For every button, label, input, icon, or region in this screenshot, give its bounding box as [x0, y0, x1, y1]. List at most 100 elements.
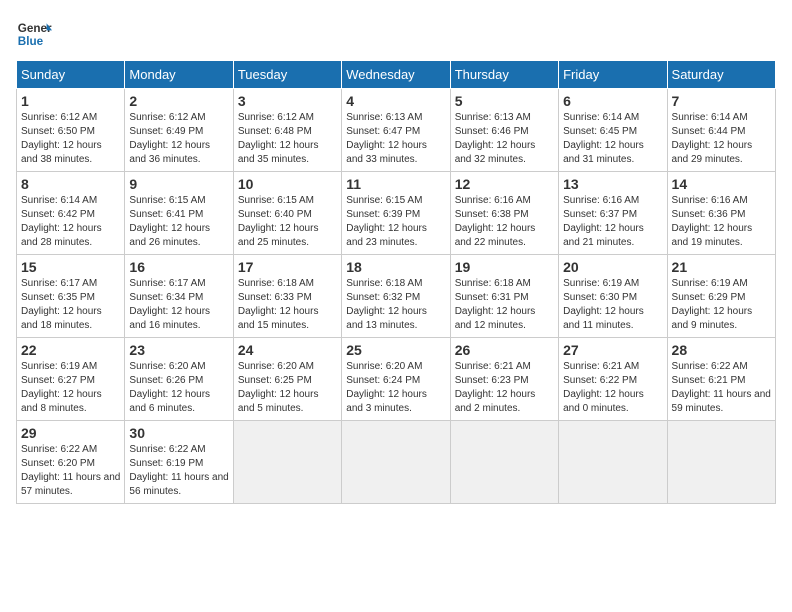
- day-info: Sunrise: 6:13 AMSunset: 6:46 PMDaylight:…: [455, 111, 554, 167]
- calendar-day-cell: [559, 421, 667, 504]
- day-number: 29: [21, 425, 120, 441]
- day-info: Sunrise: 6:13 AMSunset: 6:47 PMDaylight:…: [346, 111, 445, 167]
- calendar-week-row: 15 Sunrise: 6:17 AMSunset: 6:35 PMDaylig…: [17, 255, 776, 338]
- day-number: 23: [129, 342, 228, 358]
- calendar-day-cell: 1 Sunrise: 6:12 AMSunset: 6:50 PMDayligh…: [17, 89, 125, 172]
- day-info: Sunrise: 6:22 AMSunset: 6:21 PMDaylight:…: [672, 360, 771, 416]
- calendar-day-cell: 13 Sunrise: 6:16 AMSunset: 6:37 PMDaylig…: [559, 172, 667, 255]
- calendar-day-cell: 24 Sunrise: 6:20 AMSunset: 6:25 PMDaylig…: [233, 338, 341, 421]
- day-number: 15: [21, 259, 120, 275]
- calendar-body: 1 Sunrise: 6:12 AMSunset: 6:50 PMDayligh…: [17, 89, 776, 504]
- calendar-day-cell: [233, 421, 341, 504]
- calendar-day-cell: 16 Sunrise: 6:17 AMSunset: 6:34 PMDaylig…: [125, 255, 233, 338]
- day-number: 7: [672, 93, 771, 109]
- weekday-header-row: SundayMondayTuesdayWednesdayThursdayFrid…: [17, 61, 776, 89]
- day-info: Sunrise: 6:17 AMSunset: 6:35 PMDaylight:…: [21, 277, 120, 333]
- day-info: Sunrise: 6:14 AMSunset: 6:45 PMDaylight:…: [563, 111, 662, 167]
- svg-text:Blue: Blue: [18, 35, 44, 48]
- day-info: Sunrise: 6:16 AMSunset: 6:36 PMDaylight:…: [672, 194, 771, 250]
- weekday-header: Saturday: [667, 61, 775, 89]
- day-number: 12: [455, 176, 554, 192]
- day-info: Sunrise: 6:21 AMSunset: 6:23 PMDaylight:…: [455, 360, 554, 416]
- day-info: Sunrise: 6:15 AMSunset: 6:39 PMDaylight:…: [346, 194, 445, 250]
- day-number: 11: [346, 176, 445, 192]
- calendar-day-cell: 2 Sunrise: 6:12 AMSunset: 6:49 PMDayligh…: [125, 89, 233, 172]
- day-info: Sunrise: 6:14 AMSunset: 6:42 PMDaylight:…: [21, 194, 120, 250]
- day-info: Sunrise: 6:20 AMSunset: 6:25 PMDaylight:…: [238, 360, 337, 416]
- calendar-day-cell: 30 Sunrise: 6:22 AMSunset: 6:19 PMDaylig…: [125, 421, 233, 504]
- day-info: Sunrise: 6:15 AMSunset: 6:40 PMDaylight:…: [238, 194, 337, 250]
- day-info: Sunrise: 6:20 AMSunset: 6:24 PMDaylight:…: [346, 360, 445, 416]
- day-info: Sunrise: 6:15 AMSunset: 6:41 PMDaylight:…: [129, 194, 228, 250]
- day-number: 13: [563, 176, 662, 192]
- weekday-header: Wednesday: [342, 61, 450, 89]
- calendar-day-cell: 8 Sunrise: 6:14 AMSunset: 6:42 PMDayligh…: [17, 172, 125, 255]
- calendar-day-cell: 4 Sunrise: 6:13 AMSunset: 6:47 PMDayligh…: [342, 89, 450, 172]
- calendar-day-cell: 11 Sunrise: 6:15 AMSunset: 6:39 PMDaylig…: [342, 172, 450, 255]
- day-info: Sunrise: 6:12 AMSunset: 6:48 PMDaylight:…: [238, 111, 337, 167]
- calendar-day-cell: 22 Sunrise: 6:19 AMSunset: 6:27 PMDaylig…: [17, 338, 125, 421]
- calendar-day-cell: 23 Sunrise: 6:20 AMSunset: 6:26 PMDaylig…: [125, 338, 233, 421]
- calendar-day-cell: 29 Sunrise: 6:22 AMSunset: 6:20 PMDaylig…: [17, 421, 125, 504]
- day-number: 22: [21, 342, 120, 358]
- day-number: 19: [455, 259, 554, 275]
- calendar-day-cell: 25 Sunrise: 6:20 AMSunset: 6:24 PMDaylig…: [342, 338, 450, 421]
- day-info: Sunrise: 6:18 AMSunset: 6:31 PMDaylight:…: [455, 277, 554, 333]
- day-info: Sunrise: 6:12 AMSunset: 6:50 PMDaylight:…: [21, 111, 120, 167]
- day-number: 21: [672, 259, 771, 275]
- day-number: 24: [238, 342, 337, 358]
- calendar-table: SundayMondayTuesdayWednesdayThursdayFrid…: [16, 60, 776, 504]
- calendar-day-cell: [450, 421, 558, 504]
- day-info: Sunrise: 6:18 AMSunset: 6:32 PMDaylight:…: [346, 277, 445, 333]
- weekday-header: Sunday: [17, 61, 125, 89]
- calendar-week-row: 1 Sunrise: 6:12 AMSunset: 6:50 PMDayligh…: [17, 89, 776, 172]
- day-info: Sunrise: 6:16 AMSunset: 6:37 PMDaylight:…: [563, 194, 662, 250]
- weekday-header: Tuesday: [233, 61, 341, 89]
- calendar-week-row: 29 Sunrise: 6:22 AMSunset: 6:20 PMDaylig…: [17, 421, 776, 504]
- weekday-header: Friday: [559, 61, 667, 89]
- calendar-day-cell: 28 Sunrise: 6:22 AMSunset: 6:21 PMDaylig…: [667, 338, 775, 421]
- calendar-day-cell: 18 Sunrise: 6:18 AMSunset: 6:32 PMDaylig…: [342, 255, 450, 338]
- day-number: 26: [455, 342, 554, 358]
- day-number: 17: [238, 259, 337, 275]
- day-number: 3: [238, 93, 337, 109]
- calendar-day-cell: 21 Sunrise: 6:19 AMSunset: 6:29 PMDaylig…: [667, 255, 775, 338]
- calendar-day-cell: [342, 421, 450, 504]
- calendar-day-cell: 15 Sunrise: 6:17 AMSunset: 6:35 PMDaylig…: [17, 255, 125, 338]
- day-info: Sunrise: 6:19 AMSunset: 6:29 PMDaylight:…: [672, 277, 771, 333]
- calendar-day-cell: 7 Sunrise: 6:14 AMSunset: 6:44 PMDayligh…: [667, 89, 775, 172]
- day-number: 8: [21, 176, 120, 192]
- day-number: 9: [129, 176, 228, 192]
- calendar-day-cell: [667, 421, 775, 504]
- calendar-day-cell: 27 Sunrise: 6:21 AMSunset: 6:22 PMDaylig…: [559, 338, 667, 421]
- calendar-day-cell: 14 Sunrise: 6:16 AMSunset: 6:36 PMDaylig…: [667, 172, 775, 255]
- calendar-day-cell: 6 Sunrise: 6:14 AMSunset: 6:45 PMDayligh…: [559, 89, 667, 172]
- day-info: Sunrise: 6:21 AMSunset: 6:22 PMDaylight:…: [563, 360, 662, 416]
- day-info: Sunrise: 6:14 AMSunset: 6:44 PMDaylight:…: [672, 111, 771, 167]
- day-info: Sunrise: 6:22 AMSunset: 6:19 PMDaylight:…: [129, 443, 228, 499]
- day-info: Sunrise: 6:16 AMSunset: 6:38 PMDaylight:…: [455, 194, 554, 250]
- day-info: Sunrise: 6:18 AMSunset: 6:33 PMDaylight:…: [238, 277, 337, 333]
- calendar-week-row: 22 Sunrise: 6:19 AMSunset: 6:27 PMDaylig…: [17, 338, 776, 421]
- day-number: 2: [129, 93, 228, 109]
- logo-icon: General Blue: [16, 16, 52, 52]
- calendar-day-cell: 10 Sunrise: 6:15 AMSunset: 6:40 PMDaylig…: [233, 172, 341, 255]
- day-info: Sunrise: 6:20 AMSunset: 6:26 PMDaylight:…: [129, 360, 228, 416]
- day-number: 5: [455, 93, 554, 109]
- calendar-day-cell: 17 Sunrise: 6:18 AMSunset: 6:33 PMDaylig…: [233, 255, 341, 338]
- calendar-day-cell: 26 Sunrise: 6:21 AMSunset: 6:23 PMDaylig…: [450, 338, 558, 421]
- calendar-day-cell: 3 Sunrise: 6:12 AMSunset: 6:48 PMDayligh…: [233, 89, 341, 172]
- day-info: Sunrise: 6:19 AMSunset: 6:30 PMDaylight:…: [563, 277, 662, 333]
- calendar-day-cell: 9 Sunrise: 6:15 AMSunset: 6:41 PMDayligh…: [125, 172, 233, 255]
- day-number: 14: [672, 176, 771, 192]
- day-number: 4: [346, 93, 445, 109]
- day-number: 20: [563, 259, 662, 275]
- page-header: General Blue: [16, 16, 776, 52]
- calendar-day-cell: 20 Sunrise: 6:19 AMSunset: 6:30 PMDaylig…: [559, 255, 667, 338]
- calendar-day-cell: 19 Sunrise: 6:18 AMSunset: 6:31 PMDaylig…: [450, 255, 558, 338]
- logo: General Blue: [16, 16, 52, 52]
- day-number: 1: [21, 93, 120, 109]
- weekday-header: Monday: [125, 61, 233, 89]
- calendar-day-cell: 12 Sunrise: 6:16 AMSunset: 6:38 PMDaylig…: [450, 172, 558, 255]
- calendar-day-cell: 5 Sunrise: 6:13 AMSunset: 6:46 PMDayligh…: [450, 89, 558, 172]
